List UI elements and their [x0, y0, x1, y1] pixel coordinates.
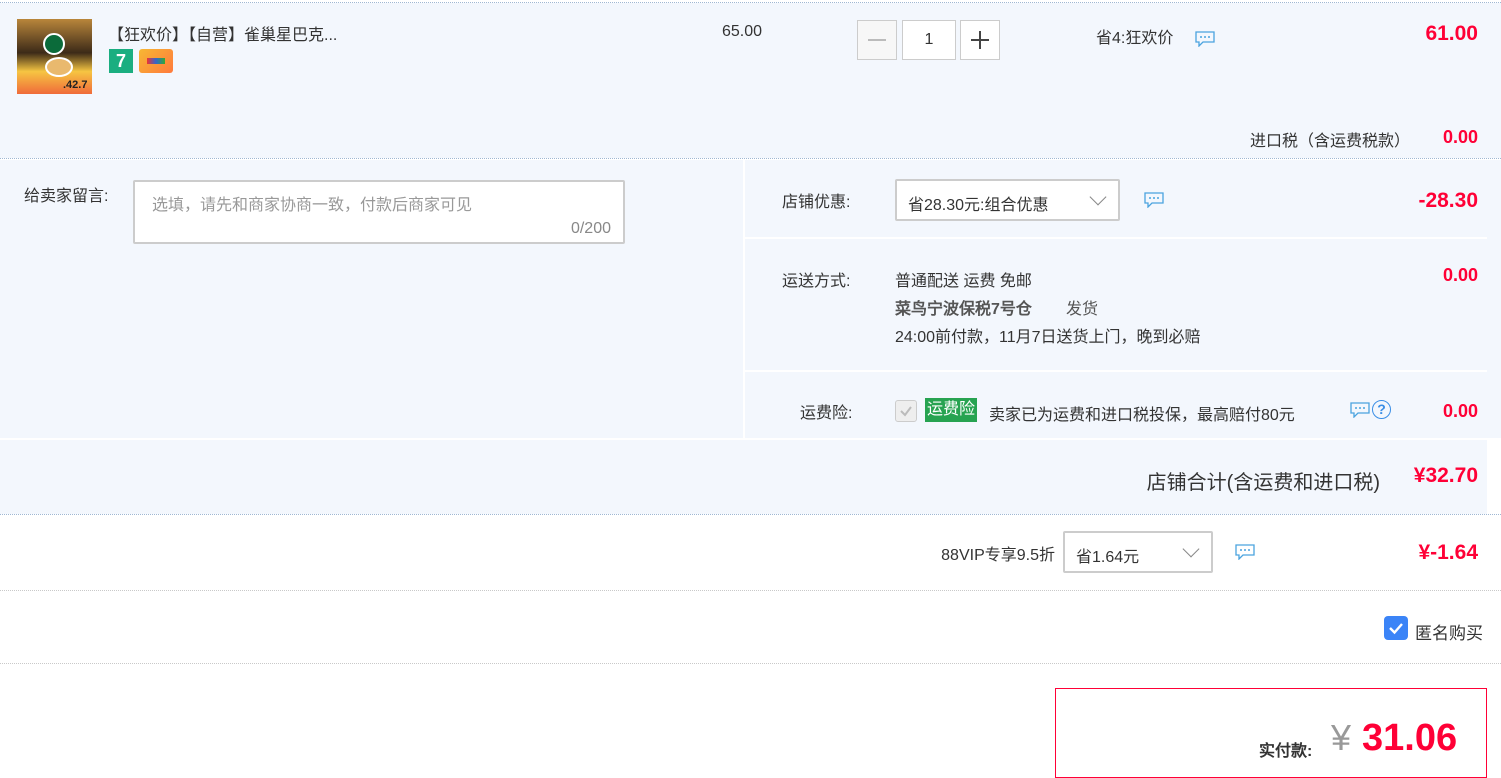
shop-total-divider [0, 514, 1501, 515]
shop-discount-label: 店铺优惠: [782, 194, 851, 211]
seller-message-label: 给卖家留言: [24, 188, 109, 205]
shipping-eta: 24:00前付款，11月7日送货上门，晚到必赔 [895, 329, 1201, 346]
coffee-cup-image [45, 57, 73, 77]
anonymous-divider [0, 663, 1501, 664]
chevron-down-icon [1182, 540, 1200, 558]
import-tax-label: 进口税（含运费税款） [1249, 133, 1410, 150]
shipping-value: 0.00 [1442, 265, 1478, 285]
item-divider [0, 158, 1501, 159]
insurance-label: 运费险: [800, 405, 853, 422]
anonymous-label[interactable]: 匿名购买 [1415, 619, 1483, 644]
shop-total-label: 店铺合计(含运费和进口税) [1146, 472, 1380, 494]
quantity-increase-button[interactable] [960, 20, 1000, 60]
vip-divider [0, 590, 1501, 591]
check-icon [900, 406, 912, 417]
product-thumbnail[interactable]: .42.7 [17, 19, 92, 94]
unit-price: 65.00 [722, 23, 763, 40]
shipping-method: 普通配送 运费 免邮 [895, 273, 1032, 290]
options-divider-1 [745, 237, 1487, 239]
chevron-down-icon [1089, 188, 1107, 206]
check-icon [1389, 623, 1403, 635]
insurance-tag: 运费险 [925, 398, 978, 422]
vip-discount-select[interactable]: 省1.64元 [1063, 531, 1213, 573]
payment-currency: ¥ [1331, 717, 1352, 758]
thumbnail-price-text: .42.7 [63, 79, 88, 91]
shop-discount-select[interactable]: 省28.30元:组合优惠 [895, 179, 1120, 221]
shipping-label: 运送方式: [782, 273, 851, 290]
vip-discount-value: ¥-1.64 [1418, 541, 1478, 564]
insurance-value: 0.00 [1442, 401, 1478, 421]
shop-discount-value: -28.30 [1418, 189, 1478, 212]
shipping-warehouse: 菜鸟宁波保税7号仓 [895, 301, 1032, 318]
shop-total-value: ¥32.70 [1413, 464, 1478, 487]
quantity-decrease-button[interactable] [857, 20, 897, 60]
options-divider-2 [745, 370, 1487, 372]
quantity-input[interactable]: 1 [902, 20, 956, 60]
item-subtotal: 61.00 [1425, 22, 1478, 45]
payment-summary-box: 实付款: ¥ 31.06 [1055, 688, 1487, 778]
insurance-checkbox [895, 400, 917, 422]
insurance-chat-icon[interactable] [1350, 402, 1370, 418]
vip-discount-selected: 省1.64元 [1076, 549, 1140, 566]
shop-discount-selected: 省28.30元:组合优惠 [908, 197, 1049, 214]
badge-seven-day-icon: 7 [109, 49, 133, 73]
anonymous-checkbox[interactable] [1384, 616, 1408, 640]
insurance-description: 卖家已为运费和进口税投保，最高赔付80元 [989, 407, 1295, 424]
payment-amount: 31.06 [1362, 717, 1458, 759]
minus-icon [868, 39, 886, 41]
starbucks-logo-icon [43, 33, 65, 55]
seller-message-counter: 0/200 [570, 220, 611, 237]
seller-message-textarea[interactable]: 选填，请先和商家协商一致，付款后商家可见 0/200 [133, 180, 625, 244]
shipping-dispatch: 发货 [1066, 301, 1099, 318]
item-promo: 省4:狂欢价 [1096, 30, 1174, 47]
shop-discount-chat-icon[interactable] [1144, 192, 1164, 208]
vip-chat-icon[interactable] [1235, 544, 1255, 560]
import-tax-value: 0.00 [1442, 127, 1478, 147]
credit-card-icon [139, 49, 173, 73]
seller-message-placeholder: 选填，请先和商家协商一致，付款后商家可见 [152, 197, 473, 214]
plus-icon [971, 31, 989, 49]
promo-chat-icon[interactable] [1195, 31, 1215, 47]
product-title[interactable]: 【狂欢价】【自营】雀巢星巴克... [108, 21, 337, 45]
payment-label: 实付款: [1259, 743, 1313, 760]
vip-discount-label: 88VIP专享9.5折 [941, 547, 1055, 564]
